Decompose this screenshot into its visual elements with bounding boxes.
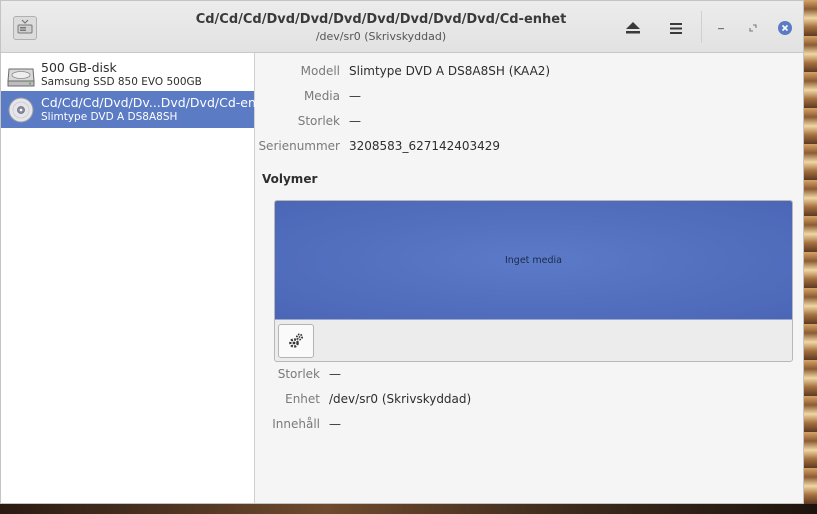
volume-size-value: —: [329, 367, 341, 381]
eject-button[interactable]: [620, 15, 646, 41]
close-icon: [778, 21, 792, 35]
disks-app-icon: [13, 16, 37, 40]
drive-list: 500 GB-disk Samsung SSD 850 EVO 500GB Cd…: [1, 53, 276, 503]
maximize-button[interactable]: [740, 15, 766, 41]
model-row: Modell: [256, 64, 340, 80]
size-value: —: [349, 114, 361, 128]
drive-item-ssd[interactable]: 500 GB-disk Samsung SSD 850 EVO 500GB: [1, 56, 254, 93]
no-media-text: Inget media: [504, 254, 563, 266]
titlebar: Cd/Cd/Cd/Dvd/Dvd/Dvd/Dvd/Dvd/Dvd/Dvd/Cd-…: [1, 1, 803, 53]
drive-name: 500 GB-disk: [41, 60, 117, 75]
drive-details: Modell Slimtype DVD A DS8A8SH (KAA2) Med…: [256, 53, 803, 503]
contents-value: —: [329, 417, 341, 431]
serial-row: Serienummer: [256, 139, 340, 155]
volume-size-row: Storlek: [256, 367, 320, 383]
menu-button[interactable]: [663, 15, 689, 41]
size-label: Storlek: [297, 114, 340, 128]
model-value: Slimtype DVD A DS8A8SH (KAA2): [349, 64, 551, 78]
close-button[interactable]: [772, 15, 798, 41]
window-subtitle: /dev/sr0 (Skrivskyddad): [315, 30, 447, 43]
drive-item-optical[interactable]: Cd/Cd/Cd/Dvd/Dv...Dvd/Dvd/Cd-enhet Slimt…: [1, 91, 276, 128]
volume-options-button[interactable]: [278, 324, 314, 358]
disks-window: Cd/Cd/Cd/Dvd/Dvd/Dvd/Dvd/Dvd/Dvd/Dvd/Cd-…: [0, 0, 804, 504]
titlebar-separator: [701, 11, 702, 43]
optical-disc-icon: [6, 96, 36, 124]
hamburger-menu-icon: [670, 22, 682, 34]
drive-model: Samsung SSD 850 EVO 500GB: [41, 76, 202, 88]
device-value: /dev/sr0 (Skrivskyddad): [329, 392, 472, 406]
desktop-background-bottom: [0, 504, 817, 514]
volume-graph[interactable]: Inget media: [275, 201, 792, 320]
size-row: Storlek: [256, 114, 340, 130]
media-row: Media: [256, 89, 340, 105]
contents-label: Innehåll: [272, 417, 320, 431]
minimize-button[interactable]: [708, 15, 734, 41]
media-value: —: [349, 89, 361, 103]
device-row: Enhet: [256, 392, 320, 408]
serial-value: 3208583_627142403429: [349, 139, 501, 153]
drive-model: Slimtype DVD A DS8A8SH: [41, 111, 178, 123]
window-title: Cd/Cd/Cd/Dvd/Dvd/Dvd/Dvd/Dvd/Dvd/Dvd/Cd-…: [195, 12, 567, 27]
media-label: Media: [303, 89, 340, 103]
hard-disk-icon: [6, 61, 36, 89]
device-label: Enhet: [285, 392, 320, 406]
maximize-icon: [749, 24, 757, 32]
drive-name: Cd/Cd/Cd/Dvd/Dv...Dvd/Dvd/Cd-enhet: [41, 95, 277, 110]
contents-row: Innehåll: [256, 417, 320, 433]
serial-label: Serienummer: [258, 139, 340, 153]
eject-icon: [626, 22, 640, 34]
volume-map: Inget media: [274, 200, 793, 362]
desktop-background-right: [804, 0, 817, 514]
minimize-icon: [718, 28, 724, 30]
model-label: Modell: [300, 64, 340, 78]
volume-size-label: Storlek: [277, 367, 320, 381]
volumes-title: Volymer: [262, 172, 318, 186]
gears-icon: [289, 333, 303, 348]
